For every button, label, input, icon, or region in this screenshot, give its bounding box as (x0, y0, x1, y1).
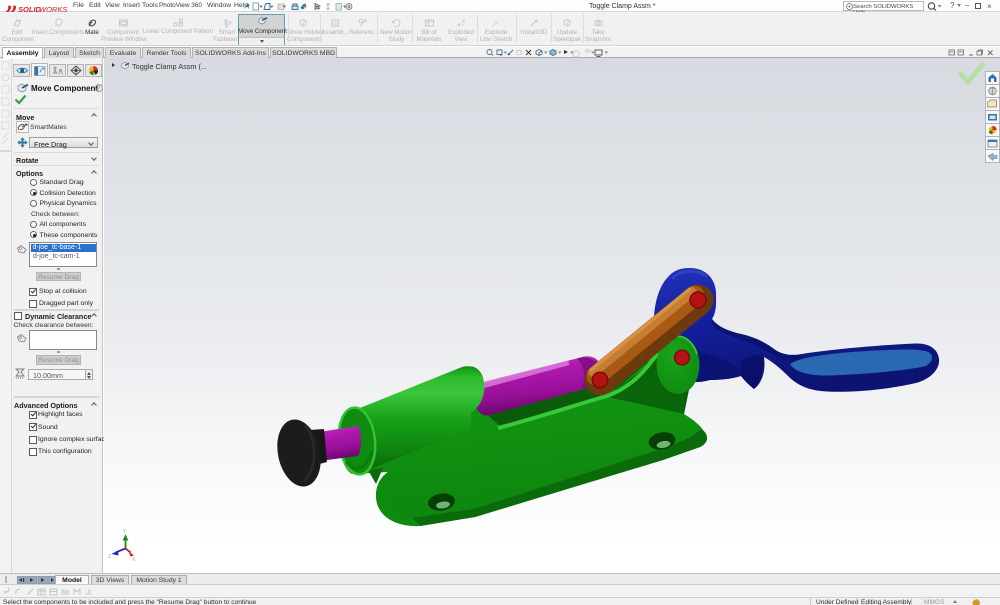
svg-text:X: X (132, 557, 136, 563)
svg-text:Y: Y (123, 529, 127, 535)
svg-text:Z: Z (108, 554, 112, 560)
